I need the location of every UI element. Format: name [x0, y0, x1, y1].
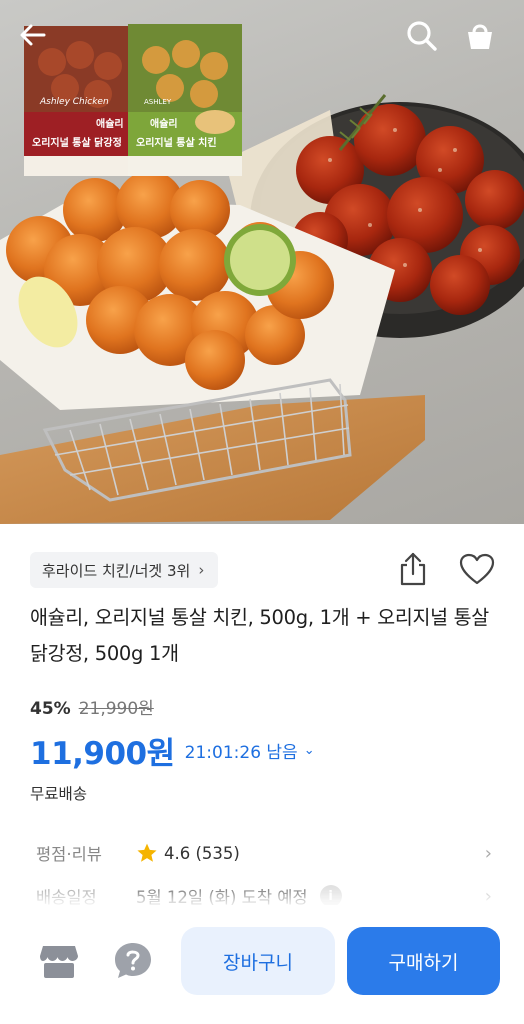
price-row: 11,900원 21:01:26 남음 ⌄	[30, 728, 315, 773]
share-button[interactable]	[392, 546, 434, 592]
rank-chip-label: 후라이드 치킨/너겟 3위	[42, 561, 191, 580]
discount-row: 45% 21,990원	[30, 694, 154, 719]
chevron-down-icon: ⌄	[303, 743, 315, 758]
bottom-action-bar: 장바구니 구매하기	[0, 905, 524, 1024]
svg-text:ASHLEY: ASHLEY	[144, 98, 172, 106]
info-icon[interactable]: i	[319, 885, 342, 907]
category-rank-chip[interactable]: 후라이드 치킨/너겟 3위 ›	[30, 552, 219, 588]
help-button[interactable]	[110, 938, 156, 984]
rating-review-row[interactable]: 평점·리뷰 4.6 (535) ›	[30, 835, 500, 871]
product-image[interactable]: Ashley Chicken 애슐리 오리지널 통살 닭강정 ASHLEY 애슐…	[0, 0, 524, 524]
product-info: 후라이드 치킨/너겟 3위 › 애슐리, 오리지널 통살 치킨, 500g, 1…	[0, 524, 524, 920]
rating-value-group: 4.6 (535)	[136, 842, 240, 864]
wishlist-button[interactable]	[454, 546, 500, 592]
back-button[interactable]	[18, 20, 62, 64]
discount-rate: 45%	[30, 699, 71, 719]
svg-text:애슐리: 애슐리	[96, 117, 124, 130]
product-title: 애슐리, 오리지널 통살 치킨, 500g, 1개 + 오리지널 통살 닭강정,…	[30, 606, 489, 665]
search-button[interactable]	[406, 20, 450, 64]
store-button[interactable]	[36, 938, 82, 984]
svg-text:Ashley Chicken: Ashley Chicken	[39, 97, 109, 107]
fried-chicken-photo: Ashley Chicken 애슐리 오리지널 통살 닭강정 ASHLEY 애슐…	[0, 24, 524, 524]
search-icon	[407, 21, 437, 51]
arrow-left-icon	[20, 24, 46, 46]
original-price: 21,990원	[78, 699, 154, 719]
sale-price: 11,900원	[30, 736, 175, 772]
rating-value: 4.6 (535)	[164, 843, 240, 863]
svg-text:오리지널 통살 닭강정: 오리지널 통살 닭강정	[32, 136, 122, 149]
shipping-info: 무료배송	[30, 785, 88, 803]
chevron-right-icon: ›	[484, 885, 492, 907]
package-chicken: ASHLEY 애슐리 오리지널 통살 치킨	[128, 24, 242, 176]
deal-timer-text: 21:01:26 남음	[184, 743, 298, 763]
question-icon	[115, 943, 151, 978]
svg-text:오리지널 통살 치킨: 오리지널 통살 치킨	[136, 136, 217, 149]
store-icon	[40, 946, 78, 978]
shopping-bag-icon	[468, 24, 492, 49]
rating-label: 평점·리뷰	[36, 845, 102, 864]
add-to-cart-button[interactable]: 장바구니	[181, 927, 335, 995]
share-icon	[400, 552, 426, 586]
cart-button[interactable]	[464, 20, 508, 64]
star-icon	[137, 843, 157, 862]
heart-icon	[459, 553, 495, 585]
chevron-right-icon: ›	[484, 842, 492, 864]
buy-now-button[interactable]: 구매하기	[347, 927, 500, 995]
chevron-right-icon: ›	[198, 561, 205, 579]
svg-text:애슐리: 애슐리	[150, 117, 178, 130]
deal-timer[interactable]: 21:01:26 남음 ⌄	[185, 738, 315, 763]
